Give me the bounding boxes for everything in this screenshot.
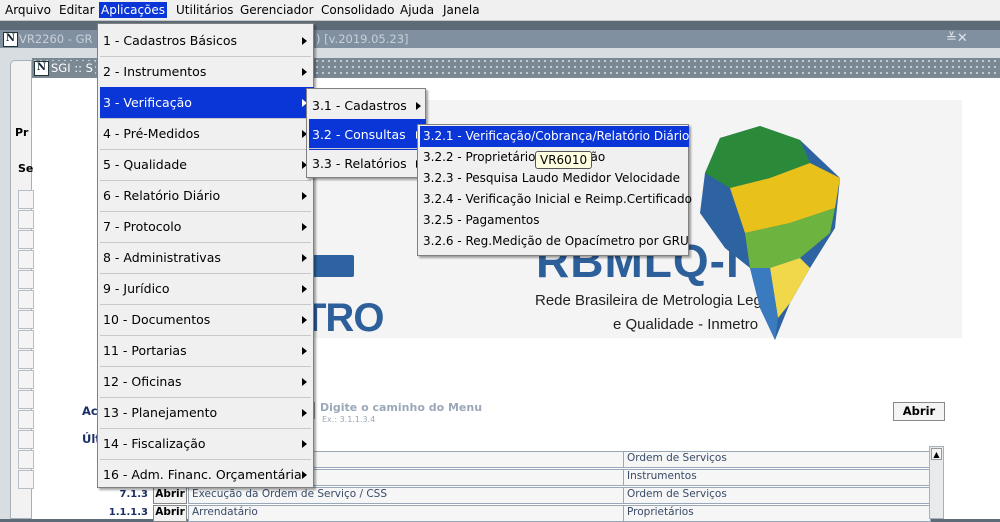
forms-icon: N [3, 32, 18, 47]
recent-abrir-button[interactable]: Abrir [153, 505, 187, 522]
submenu-arrow-icon [302, 347, 307, 355]
verificacao-submenu: 3.1 - Cadastros 3.2 - Consultas 3.3 - Re… [306, 88, 426, 178]
inner-window-title: SGI :: S [51, 61, 95, 75]
menu-arquivo[interactable]: Arquivo [4, 3, 52, 17]
menu-item-3-2-1[interactable]: 3.2.1 - Verificação/Cobrança/Relatório D… [420, 126, 689, 147]
menu-path-example: Ex.: 3.1.1.3.4 [322, 415, 376, 424]
recent-category-field[interactable]: Ordem de Serviços [623, 451, 931, 468]
menu-item-fiscalizacao[interactable]: 14 - Fiscalização [100, 428, 314, 459]
menu-item-qualidade[interactable]: 5 - Qualidade [100, 149, 314, 180]
menu-item-cadastros-basicos[interactable]: 1 - Cadastros Básicos [100, 25, 314, 56]
recent-desc-field[interactable]: Arrendatário [188, 505, 626, 522]
menu-item-juridico[interactable]: 9 - Jurídico [100, 273, 314, 304]
outer-window-title: VR2260 - GR [19, 32, 93, 46]
label-pr: Pr [15, 126, 29, 139]
menu-ajuda[interactable]: Ajuda [399, 3, 435, 17]
menu-item-planejamento[interactable]: 13 - Planejamento [100, 397, 314, 428]
recent-code: 1.1.1.3 [108, 507, 148, 518]
grid-row-selector[interactable] [18, 230, 34, 249]
grid-row-selector[interactable] [18, 190, 34, 209]
menu-item-administrativas[interactable]: 8 - Administrativas [100, 242, 314, 273]
label-acesso: Ac [82, 404, 98, 418]
menu-item-3-2-consultas[interactable]: 3.2 - Consultas [309, 119, 426, 150]
scroll-up-icon[interactable]: ▲ [931, 448, 942, 460]
grid-row-selector[interactable] [18, 450, 34, 469]
grid-row-selector[interactable] [18, 330, 34, 349]
menu-item-documentos[interactable]: 10 - Documentos [100, 304, 314, 335]
submenu-arrow-icon [302, 37, 307, 45]
submenu-arrow-icon [302, 471, 307, 479]
grid-row-selector[interactable] [18, 390, 34, 409]
menu-item-pre-medidos[interactable]: 4 - Pré-Medidos [100, 118, 314, 149]
recent-category-field[interactable]: Instrumentos [623, 469, 931, 486]
menu-aplicacoes[interactable]: Aplicações [99, 2, 168, 18]
submenu-arrow-icon [302, 316, 307, 324]
menu-path-placeholder[interactable]: Digite o caminho do Menu [320, 401, 482, 414]
grid-row-selector[interactable] [18, 470, 34, 489]
menu-item-3-1-cadastros[interactable]: 3.1 - Cadastros [309, 90, 426, 121]
menu-item-protocolo[interactable]: 7 - Protocolo [100, 211, 314, 242]
menu-utilitarios[interactable]: Utilitários [175, 3, 234, 17]
menu-item-3-2-5[interactable]: 3.2.5 - Pagamentos [420, 210, 689, 231]
submenu-arrow-icon [302, 409, 307, 417]
grid-row-selector[interactable] [18, 430, 34, 449]
inmetro-logo-bar [312, 255, 354, 277]
submenu-arrow-icon [416, 102, 421, 110]
menu-item-oficinas[interactable]: 12 - Oficinas [100, 366, 314, 397]
menu-item-verificacao[interactable]: 3 - Verificação [100, 87, 314, 118]
recent-category-field[interactable]: Ordem de Serviços [623, 487, 931, 504]
menu-bar: Arquivo Editar Aplicações Utilitários Ge… [0, 0, 1000, 21]
grid-row-selector[interactable] [18, 290, 34, 309]
inmetro-logo-text: TRO [302, 296, 384, 340]
menu-item-3-2-4[interactable]: 3.2.4 - Verificação Inicial e Reimp.Cert… [420, 189, 692, 210]
menu-consolidado[interactable]: Consolidado [320, 3, 396, 17]
brazil-map-icon [700, 126, 840, 340]
recent-code: 7.1.3 [119, 489, 148, 500]
menu-item-relatorio-diario[interactable]: 6 - Relatório Diário [100, 180, 314, 211]
grid-row-selector[interactable] [18, 310, 34, 329]
outer-window-title-version: ) [v.2019.05.23] [316, 32, 409, 46]
aplicacoes-menu: 1 - Cadastros Básicos 2 - Instrumentos 3… [97, 23, 314, 488]
recent-category-field[interactable]: Proprietários [623, 505, 931, 522]
forms-icon-inner: N [34, 61, 49, 76]
submenu-arrow-icon [302, 68, 307, 76]
menu-janela[interactable]: Janela [442, 3, 481, 17]
grid-row-selector[interactable] [18, 250, 34, 269]
recent-scrollbar[interactable]: ▲ [929, 446, 944, 519]
abrir-button[interactable]: Abrir [893, 402, 945, 421]
submenu-arrow-icon [302, 285, 307, 293]
submenu-arrow-icon [302, 378, 307, 386]
label-se: Se [18, 162, 34, 175]
menu-item-portarias[interactable]: 11 - Portarias [100, 335, 314, 366]
grid-row-selector[interactable] [18, 270, 34, 289]
menu-item-3-3-relatorios[interactable]: 3.3 - Relatórios [309, 148, 426, 179]
tooltip: VR6010 [535, 151, 593, 169]
menu-gerenciador[interactable]: Gerenciador [239, 3, 315, 17]
submenu-arrow-icon [302, 440, 307, 448]
menu-item-adm-financ[interactable]: 16 - Adm. Financ. Orçamentária [100, 459, 314, 490]
menu-item-3-2-6[interactable]: 3.2.6 - Reg.Medição de Opacímetro por GR… [420, 231, 689, 252]
grid-row-selector[interactable] [18, 370, 34, 389]
submenu-arrow-icon [302, 223, 307, 231]
menu-item-instrumentos[interactable]: 2 - Instrumentos [100, 56, 314, 87]
menu-item-3-2-3[interactable]: 3.2.3 - Pesquisa Laudo Medidor Velocidad… [420, 168, 689, 189]
consultas-submenu: 3.2.1 - Verificação/Cobrança/Relatório D… [417, 124, 692, 256]
window-controls-icon[interactable]: ≚✕ [946, 31, 968, 46]
grid-row-selector[interactable] [18, 410, 34, 429]
submenu-arrow-icon [302, 192, 307, 200]
menu-editar[interactable]: Editar [58, 3, 96, 17]
grid-row-selector[interactable] [18, 350, 34, 369]
submenu-arrow-icon [302, 254, 307, 262]
grid-row-selector[interactable] [18, 210, 34, 229]
